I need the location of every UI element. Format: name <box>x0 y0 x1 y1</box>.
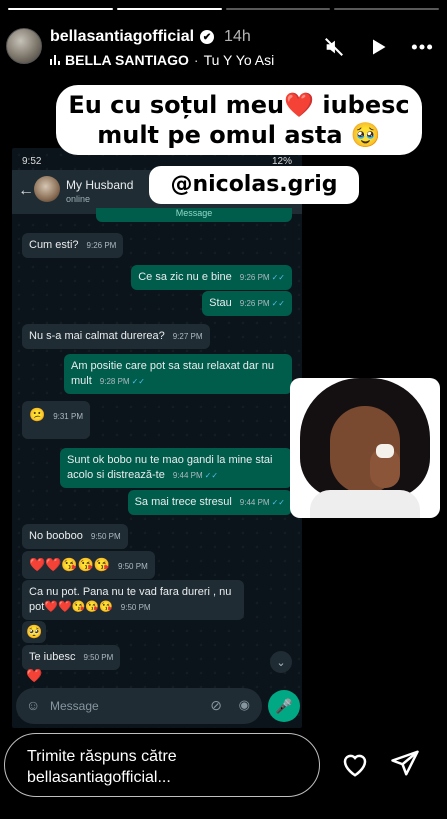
mute-icon[interactable] <box>323 36 345 58</box>
camera-icon: ◉ <box>238 697 250 712</box>
message-incoming: Nu s-a mai calmat durerea? 9:27 PM <box>22 324 210 349</box>
message-incoming: No booboo 9:50 PM <box>22 524 128 549</box>
caption-line: Eu cu soțul meu❤️ iubesc <box>68 91 410 119</box>
message-incoming: Ca nu pot. Pana nu te vad fara dureri , … <box>22 580 244 620</box>
message-outgoing: Sunt ok bobo nu te mao gandi la mine sta… <box>60 448 292 488</box>
progress-segment <box>225 8 331 10</box>
cut-off-message: Message <box>96 208 292 222</box>
attach-icon: ⊘ <box>210 697 222 713</box>
message-incoming: 🥺 <box>22 621 47 643</box>
story-header: bellasantiagofficial ✔ 14h BELLA SANTIAG… <box>0 22 447 74</box>
message-incoming: ❤️ <box>26 668 43 683</box>
username-row[interactable]: bellasantiagofficial ✔ 14h <box>50 28 251 46</box>
post-time: 14h <box>224 28 251 45</box>
reply-input[interactable]: Trimite răspuns către bellasantiagoffici… <box>4 733 320 797</box>
message-outgoing: Ce sa zic nu e bine 9:26 PM ✓✓ <box>131 265 292 290</box>
music-separator: · <box>193 52 199 68</box>
music-row[interactable]: BELLA SANTIAGO · Tu Y Yo Asi <box>50 52 274 68</box>
caption-sticker: Eu cu soțul meu❤️ iubesc mult pe omul as… <box>56 85 422 155</box>
scroll-down-icon: ⌄ <box>270 651 292 673</box>
caption-line: mult pe omul asta 🥹 <box>97 121 381 149</box>
reply-placeholder-line: Trimite răspuns către <box>27 748 177 765</box>
header-actions <box>323 36 433 58</box>
message-outgoing: Am positie care pot sa stau relaxat dar … <box>64 354 292 394</box>
message-incoming: 😕 9:31 PM <box>22 401 90 439</box>
message-incoming: Cum esti? 9:26 PM <box>22 233 124 258</box>
message-incoming: ❤️❤️😘😘😘 9:50 PM <box>22 551 155 579</box>
message-placeholder: Message <box>50 699 99 713</box>
music-artist: BELLA SANTIAGO <box>65 52 189 68</box>
send-icon[interactable] <box>390 748 420 783</box>
story-progress <box>8 8 439 10</box>
message-outgoing: Stau 9:26 PM ✓✓ <box>202 291 292 316</box>
reply-placeholder-line: bellasantiagofficial... <box>27 769 171 786</box>
progress-segment <box>116 8 222 10</box>
contact-name: My Husband <box>66 178 134 192</box>
mic-icon: 🎤 <box>268 690 300 722</box>
back-arrow-icon: ← <box>18 182 34 199</box>
chat-screenshot: 9:52 12% ← My Husband online Message Cum… <box>12 148 302 728</box>
crying-gif-sticker <box>290 378 440 518</box>
avatar[interactable] <box>6 28 42 64</box>
message-outgoing: Sa mai trece stresul 9:44 PM ✓✓ <box>127 490 292 515</box>
emoji-icon: ☺ <box>26 697 41 713</box>
progress-segment <box>8 8 113 10</box>
message-input-bar: ☺ Message ⊘ ◉ <box>16 688 262 724</box>
music-icon <box>50 55 60 65</box>
phone-status-time: 9:52 <box>22 156 42 167</box>
progress-segment <box>334 8 439 10</box>
verified-icon: ✔ <box>200 30 215 44</box>
username[interactable]: bellasantiagofficial <box>50 28 194 46</box>
play-icon[interactable] <box>367 36 389 58</box>
music-title: Tu Y Yo Asi <box>203 52 275 68</box>
heart-icon[interactable] <box>340 750 370 785</box>
more-icon[interactable] <box>411 36 433 58</box>
contact-avatar <box>34 176 60 202</box>
contact-status: online <box>66 194 91 204</box>
mention-sticker[interactable]: @nicolas.grig <box>149 166 359 204</box>
